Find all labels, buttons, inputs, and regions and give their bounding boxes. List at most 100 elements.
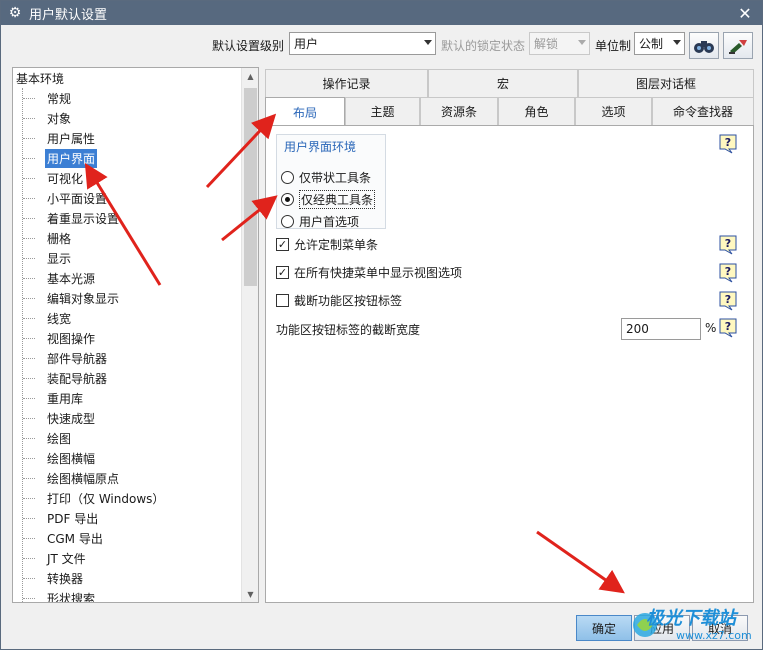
tree-item[interactable]: 编辑对象显示 (23, 288, 121, 308)
tree-item-label: 常规 (47, 91, 72, 106)
tree-item[interactable]: 形状搜索 (23, 588, 97, 603)
checkbox-label: 截断功能区按钮标签 (294, 293, 403, 308)
tree-item-label: 用户界面 (45, 148, 98, 168)
tree-scrollbar[interactable]: ▲ ▼ (241, 68, 258, 602)
tree-item[interactable]: 打印（仅 Windows） (23, 488, 166, 508)
tab-row1-1[interactable]: 宏 (428, 69, 578, 97)
tree-item[interactable]: 视图操作 (23, 328, 97, 348)
tree-item-label: 转换器 (47, 571, 84, 586)
manage-defaults-button[interactable] (723, 32, 753, 59)
tree-connector (23, 197, 35, 199)
radio-user-preference[interactable]: 用户首选项 (281, 211, 359, 231)
checkbox[interactable]: ✓ (276, 237, 289, 251)
scroll-thumb[interactable] (244, 88, 257, 286)
tree-root[interactable]: 基本环境 (16, 70, 64, 87)
tab-row1-2[interactable]: 图层对话框 (578, 69, 754, 97)
tree-item[interactable]: 快速成型 (23, 408, 97, 428)
scroll-down-icon[interactable]: ▼ (242, 586, 258, 602)
tree-item[interactable]: 部件导航器 (23, 348, 109, 368)
tree-item[interactable]: 用户属性 (23, 128, 97, 148)
radio-classic-only[interactable]: 仅经典工具条 (281, 189, 376, 209)
tree-connector (23, 137, 35, 139)
svg-text:?: ? (725, 237, 731, 250)
ui-environment-group: 用户界面环境 仅带状工具条 仅经典工具条 用户首选项 (276, 134, 386, 229)
binoculars-icon (694, 40, 714, 53)
ok-button[interactable]: 确定 (576, 615, 632, 641)
checkbox-label: 允许定制菜单条 (294, 237, 379, 252)
tree-item-label: 着重显示设置 (47, 211, 120, 226)
tree-item[interactable]: 重用库 (23, 388, 85, 408)
tree-item[interactable]: PDF 导出 (23, 508, 100, 528)
tree-connector (23, 277, 35, 279)
unit-select[interactable]: 公制 (634, 32, 685, 55)
tree-item[interactable]: 用户界面 (23, 148, 98, 168)
tree-item[interactable]: 栅格 (23, 228, 73, 248)
tree-item[interactable]: 基本光源 (23, 268, 97, 288)
user-defaults-dialog: ⚙ 用户默认设置 ✕ 默认设置级别 用户 默认的锁定状态 解锁 单位制 公制 基… (0, 0, 763, 650)
tree-item[interactable]: 显示 (23, 248, 73, 268)
tree-item[interactable]: 转换器 (23, 568, 85, 588)
close-button[interactable]: ✕ (734, 2, 756, 24)
radio-button[interactable] (281, 214, 294, 228)
level-select[interactable]: 用户 (289, 32, 436, 55)
help-icon[interactable]: ? (719, 134, 737, 154)
window-title: 用户默认设置 (29, 7, 108, 23)
tree-connector (23, 337, 35, 339)
truncate-width-input[interactable]: 200 (621, 318, 701, 340)
tree-connector (23, 557, 35, 559)
checkbox-allow-custom-menubar[interactable]: ✓ 允许定制菜单条 (276, 234, 378, 254)
help-icon[interactable]: ? (719, 291, 737, 311)
tree-connector (23, 357, 35, 359)
category-tree[interactable]: 基本环境 常规对象用户属性 用户界面 可视化 小平面设置着重显示设置栅格显示基本光源编… (12, 67, 259, 603)
radio-label: 仅带状工具条 (299, 170, 372, 185)
chevron-down-icon (673, 40, 681, 45)
tab-row2-1[interactable]: 主题 (345, 97, 420, 125)
checkbox[interactable]: ✓ (276, 265, 289, 279)
lock-select[interactable]: 解锁 (529, 32, 590, 55)
tree-item-label: 对象 (47, 111, 72, 126)
tree-item-label: 基本光源 (47, 271, 96, 286)
tree-item[interactable]: 绘图 (23, 428, 73, 448)
checkbox-show-view-options[interactable]: ✓ 在所有快捷菜单中显示视图选项 (276, 262, 462, 282)
tree-item-label: 显示 (47, 251, 72, 266)
help-icon[interactable]: ? (719, 235, 737, 255)
tree-item[interactable]: 可视化 (23, 168, 85, 188)
tree-item-label: 重用库 (47, 391, 84, 406)
tree-connector (23, 537, 35, 539)
tree-item-label: 装配导航器 (47, 371, 108, 386)
tab-row1-0[interactable]: 操作记录 (265, 69, 428, 97)
scroll-up-icon[interactable]: ▲ (242, 68, 258, 84)
help-icon[interactable]: ? (719, 263, 737, 283)
checkbox-truncate-labels[interactable]: 截断功能区按钮标签 (276, 290, 402, 310)
radio-ribbon-only[interactable]: 仅带状工具条 (281, 167, 371, 187)
tree-connector (23, 597, 35, 599)
tab-row2-3[interactable]: 角色 (498, 97, 575, 125)
tree-item[interactable]: 小平面设置 (23, 188, 109, 208)
tree-item[interactable]: 装配导航器 (23, 368, 109, 388)
tree-item[interactable]: 绘图横幅 (23, 448, 97, 468)
tree-item[interactable]: JT 文件 (23, 548, 88, 568)
find-default-button[interactable] (689, 32, 719, 59)
tree-item[interactable]: 常规 (23, 88, 73, 108)
tree-item-label: 编辑对象显示 (47, 291, 120, 306)
tree-item-label: 形状搜索 (47, 591, 96, 603)
checkbox[interactable] (276, 293, 289, 307)
tree-connector (23, 237, 35, 239)
radio-button[interactable] (281, 170, 294, 184)
tree-connector (23, 457, 35, 459)
tree-item-label: 快速成型 (47, 411, 96, 426)
watermark-text: 极光下载站 (646, 608, 736, 629)
help-icon[interactable]: ? (719, 318, 737, 338)
tab-row2-5[interactable]: 命令查找器 (652, 97, 754, 125)
tree-item[interactable]: 线宽 (23, 308, 73, 328)
tab-row2-0[interactable]: 布局 (265, 97, 345, 127)
tree-item-label: 绘图 (47, 431, 72, 446)
tab-row2-2[interactable]: 资源条 (420, 97, 498, 125)
radio-button[interactable] (281, 192, 294, 206)
tree-item[interactable]: CGM 导出 (23, 528, 105, 548)
tab-row2-4[interactable]: 选项 (575, 97, 652, 125)
tree-item[interactable]: 绘图横幅原点 (23, 468, 121, 488)
tree-item-label: 视图操作 (47, 331, 96, 346)
tree-item[interactable]: 对象 (23, 108, 73, 128)
tree-item[interactable]: 着重显示设置 (23, 208, 121, 228)
